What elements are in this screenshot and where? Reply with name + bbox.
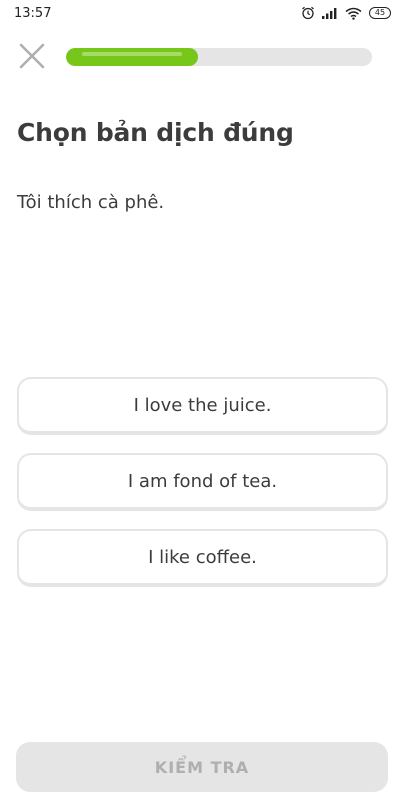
check-button[interactable]: KIỂM TRA [16,742,388,792]
status-time: 13:57 [14,5,52,21]
close-button[interactable] [18,43,46,73]
signal-icon [322,7,338,19]
progress-highlight [82,52,182,56]
close-icon [19,43,45,73]
answer-choice-label: I like coffee. [148,546,257,568]
answer-choice[interactable]: I love the juice. [17,377,388,435]
answer-choice-label: I love the juice. [133,394,272,416]
lesson-progress-bar [66,48,372,66]
alarm-icon [301,6,315,20]
lesson-screen: 13:57 45 Chọn bản dịch đúng Tôi thích cà… [0,0,405,810]
answer-choices: I love the juice. I am fond of tea. I li… [17,377,388,605]
status-icons: 45 [301,6,391,20]
answer-choice-label: I am fond of tea. [127,470,278,492]
lesson-progress-fill [66,48,198,66]
wifi-icon [345,7,362,20]
page-title: Chọn bản dịch đúng [17,118,294,147]
check-button-label: KIỂM TRA [154,757,250,777]
answer-choice[interactable]: I am fond of tea. [17,453,388,511]
status-bar: 13:57 45 [0,0,405,26]
prompt-sentence: Tôi thích cà phê. [17,192,165,213]
answer-choice[interactable]: I like coffee. [17,529,388,587]
battery-icon: 45 [369,7,391,19]
